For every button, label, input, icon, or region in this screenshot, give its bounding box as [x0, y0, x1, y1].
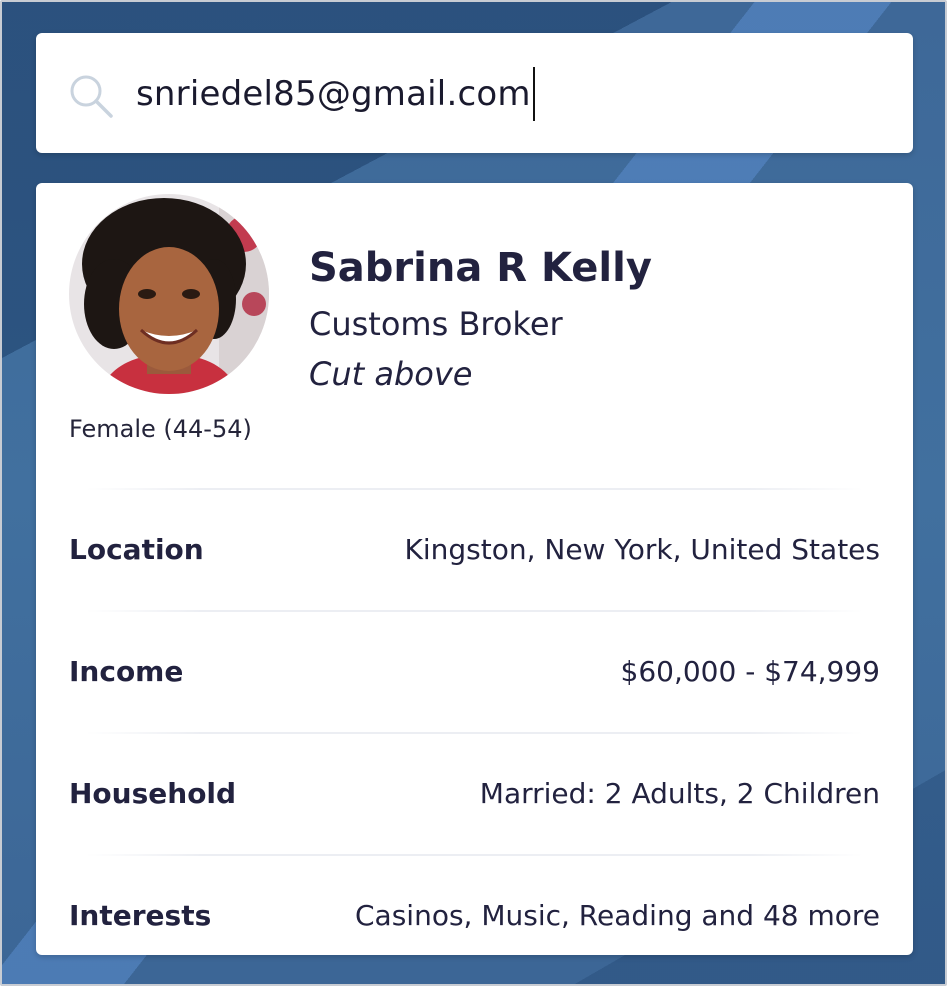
tagline: Cut above [309, 355, 473, 393]
detail-row-location: Location Kingston, New York, United Stat… [69, 529, 880, 569]
app-window: snriedel85@gmail.com Female (44-54) Sabr… [0, 0, 947, 986]
gender-age: Female (44-54) [69, 415, 252, 443]
detail-row-household: Household Married: 2 Adults, 2 Children [69, 773, 880, 813]
detail-row-interests: Interests Casinos, Music, Reading and 48… [69, 895, 880, 935]
search-bar[interactable]: snriedel85@gmail.com [36, 33, 913, 153]
divider [86, 488, 863, 490]
divider [86, 610, 863, 612]
profile-card: Female (44-54) Sabrina R Kelly Customs B… [36, 183, 913, 955]
avatar-photo [69, 194, 269, 394]
search-input[interactable]: snriedel85@gmail.com [136, 66, 535, 122]
household-label: Household [69, 776, 237, 810]
household-value: Married: 2 Adults, 2 Children [479, 776, 880, 810]
interests-value[interactable]: Casinos, Music, Reading and 48 more [355, 899, 880, 932]
person-name: Sabrina R Kelly [309, 245, 652, 291]
search-icon [70, 75, 113, 118]
detail-row-income: Income $60,000 - $74,999 [69, 651, 880, 691]
divider [86, 732, 863, 734]
avatar [69, 194, 269, 394]
location-value: Kingston, New York, United States [404, 532, 880, 566]
text-caret [532, 67, 535, 121]
job-title: Customs Broker [309, 305, 563, 343]
search-query: snriedel85@gmail.com [136, 74, 531, 114]
location-label: Location [69, 532, 204, 566]
income-label: Income [69, 654, 184, 688]
income-value: $60,000 - $74,999 [620, 654, 880, 688]
interests-label: Interests [69, 898, 212, 932]
divider [86, 854, 863, 856]
